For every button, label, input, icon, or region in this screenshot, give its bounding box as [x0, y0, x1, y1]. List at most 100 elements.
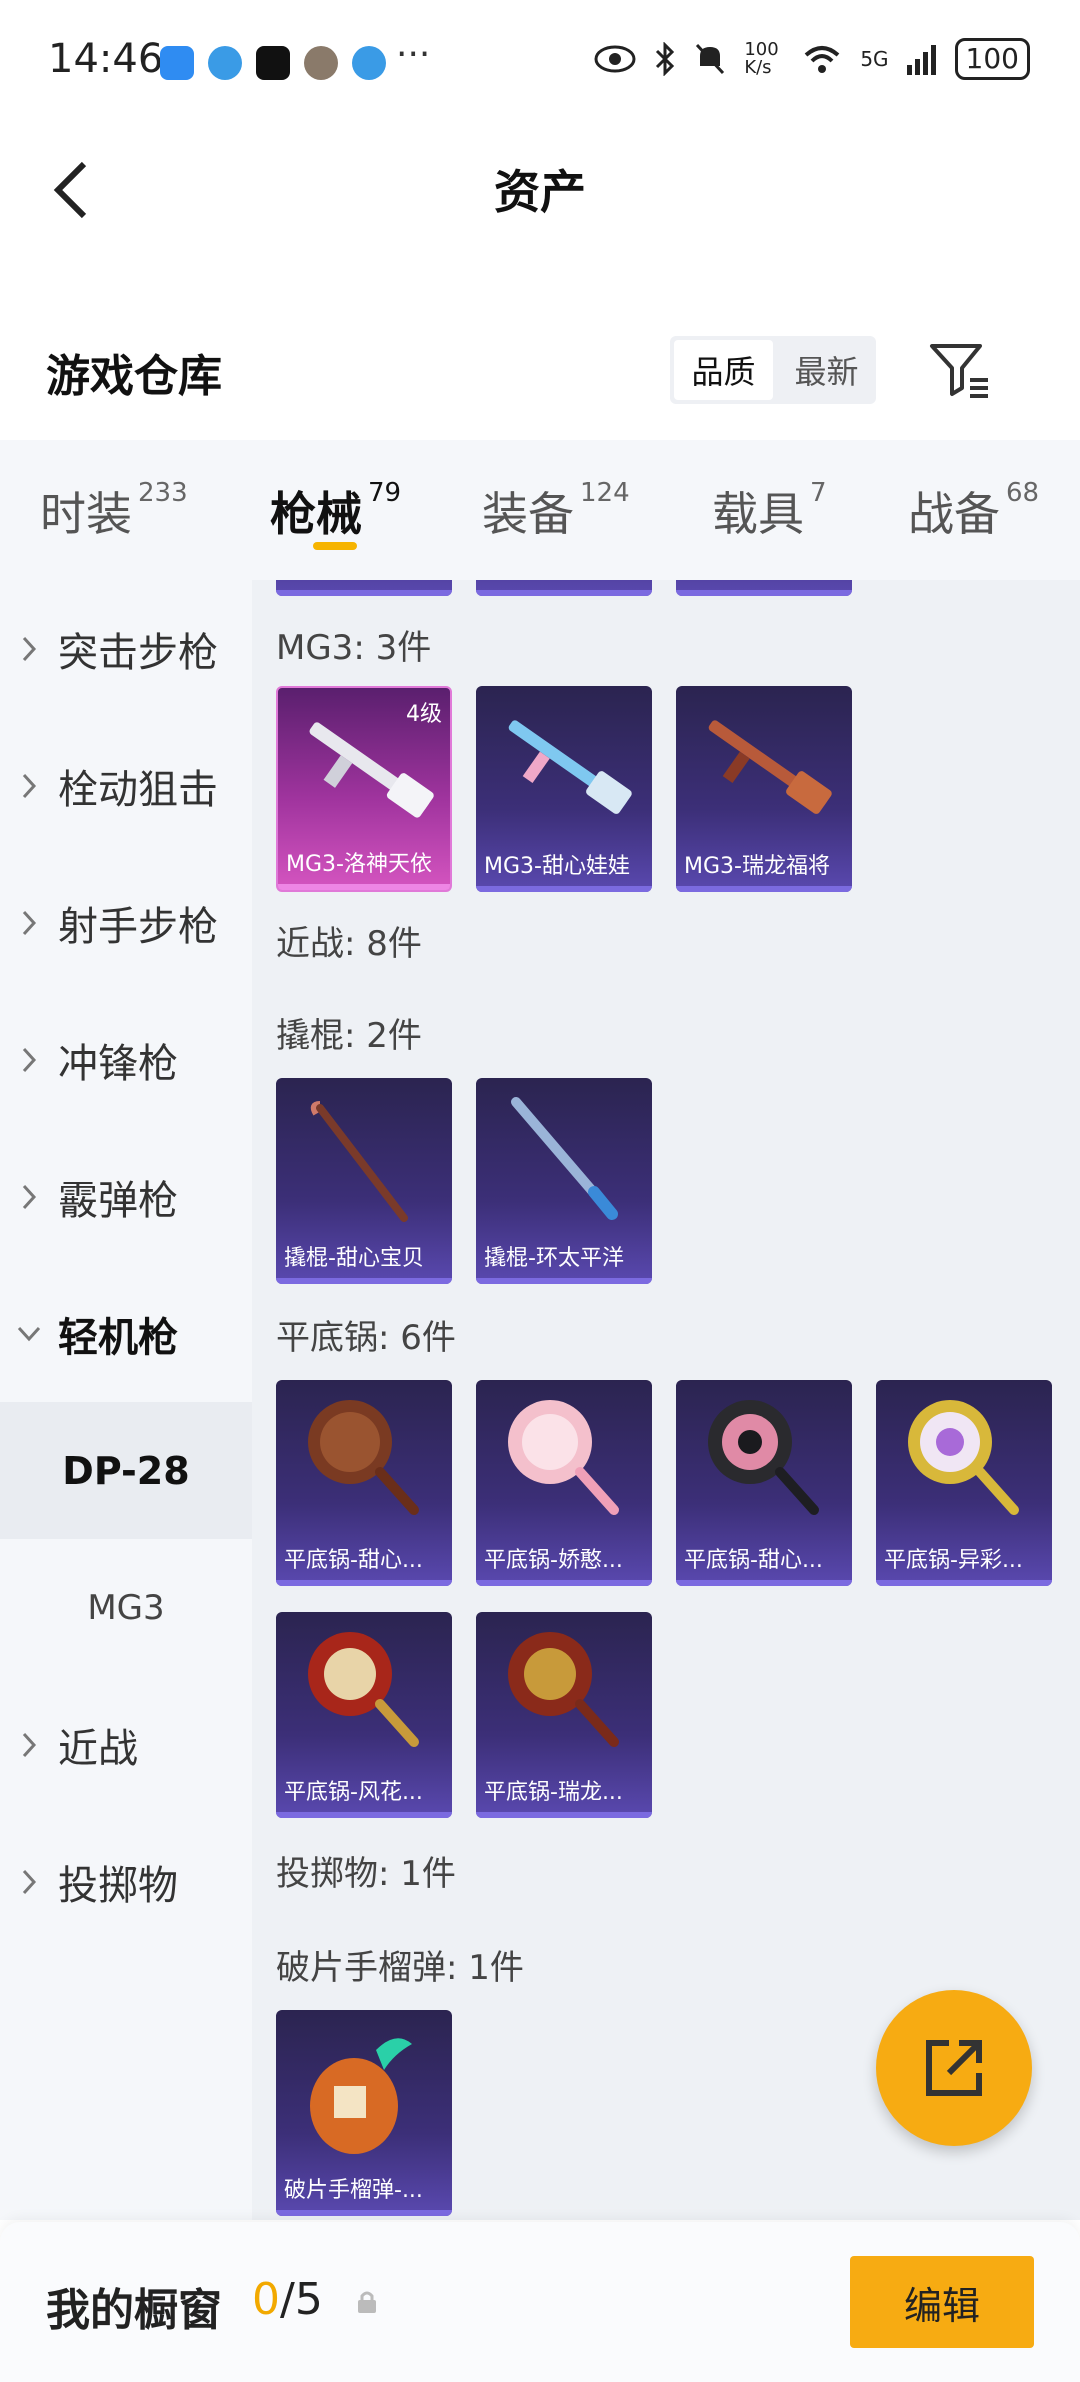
item-card[interactable]: MG3-甜心娃娃	[476, 686, 652, 892]
tab-label: 载具	[712, 487, 804, 541]
status-time: 14:46	[48, 36, 164, 82]
sidebar-item-label: 射手步枪	[58, 903, 218, 950]
group-label: 破片手榴弹: 1件	[276, 1948, 524, 1988]
chevron-right-icon	[0, 1868, 58, 1896]
sidebar-item-smg[interactable]: 冲锋枪	[0, 991, 252, 1128]
item-name: 平底锅-风花...	[284, 1780, 423, 1805]
item-name: 平底锅-甜心...	[284, 1548, 423, 1573]
sidebar-item-label: 突击步枪	[58, 629, 218, 676]
category-tabs: 时装 233 枪械 79 装备 124 载具 7 战备 68	[0, 440, 1080, 580]
sidebar-item-shotgun[interactable]: 霰弹枪	[0, 1128, 252, 1265]
message-app-icon	[160, 46, 194, 80]
item-card[interactable]: MG3-瑞龙福将	[676, 686, 852, 892]
tab-label: 战备	[908, 487, 1000, 541]
item-card[interactable]	[676, 580, 852, 596]
chevron-right-icon	[0, 1046, 58, 1074]
item-card[interactable]: 平底锅-娇憨...	[476, 1380, 652, 1586]
tab-vehicles[interactable]: 载具 7	[712, 478, 827, 544]
active-tab-indicator	[313, 542, 357, 550]
sidebar-subitem-mg3[interactable]: MG3	[0, 1539, 252, 1676]
item-card[interactable]: 破片手榴弹-...	[276, 2010, 452, 2216]
item-card[interactable]: 撬棍-甜心宝贝	[276, 1078, 452, 1284]
item-name: 平底锅-娇憨...	[484, 1548, 623, 1573]
sidebar-item-label: 轻机枪	[58, 1314, 178, 1361]
item-name: 平底锅-异彩...	[884, 1548, 1023, 1573]
group-label: MG3: 3件	[276, 628, 432, 668]
tab-label: 时装	[40, 487, 132, 541]
sort-quality-button[interactable]: 品质	[674, 340, 773, 400]
item-name: 撬棍-甜心宝贝	[284, 1246, 424, 1271]
item-card[interactable]: 平底锅-甜心...	[276, 1380, 452, 1586]
item-level-badge: 4级	[406, 702, 442, 727]
wifi-icon	[804, 46, 840, 73]
status-bar: 14:46 ··· 100 K/s 5G 100	[0, 0, 1080, 125]
sort-toggle: 品质 最新	[670, 336, 876, 404]
tab-battle-supplies[interactable]: 战备 68	[908, 478, 1039, 544]
item-name: MG3-洛神天依	[286, 852, 432, 877]
item-name: 平底锅-甜心...	[684, 1548, 823, 1573]
chevron-down-icon	[0, 1325, 58, 1343]
item-name: 破片手榴弹-...	[284, 2178, 423, 2203]
showcase-used: 0	[252, 2274, 280, 2325]
share-icon	[926, 2040, 982, 2096]
pan-image	[308, 1400, 419, 1515]
sidebar-item-label: 冲锋枪	[58, 1040, 178, 1087]
share-button[interactable]	[876, 1990, 1032, 2146]
warehouse-title: 游戏仓库	[46, 351, 222, 402]
filter-button[interactable]	[928, 338, 992, 402]
mg3-gun-image	[708, 720, 832, 814]
sidebar-item-marksman-rifle[interactable]: 射手步枪	[0, 854, 252, 991]
item-card[interactable]: 平底锅-甜心...	[676, 1380, 852, 1586]
sidebar-item-lmg[interactable]: 轻机枪	[0, 1265, 252, 1402]
sort-latest-button[interactable]: 最新	[777, 336, 876, 404]
sidebar-item-bolt-sniper[interactable]: 栓动狙击	[0, 717, 252, 854]
lock-icon	[356, 2290, 378, 2318]
showcase-bar: 我的橱窗 0/5 编辑	[0, 2222, 1080, 2382]
sidebar-item-melee[interactable]: 近战	[0, 1676, 252, 1813]
item-card[interactable]: 平底锅-瑞龙...	[476, 1612, 652, 1818]
browser-app-icon	[208, 46, 242, 80]
tab-count: 79	[368, 478, 402, 508]
showcase-count: 0/5	[252, 2274, 323, 2325]
tab-equipment[interactable]: 装备 124	[482, 478, 630, 544]
eye-icon	[594, 45, 636, 73]
tab-count: 7	[810, 478, 827, 508]
sidebar-item-assault-rifle[interactable]: 突击步枪	[0, 580, 252, 717]
item-card[interactable]: 4级 MG3-洛神天依	[276, 686, 452, 892]
sidebar-item-label: 近战	[58, 1725, 138, 1772]
crowbar-image	[511, 1097, 618, 1220]
item-card[interactable]: 平底锅-风花...	[276, 1612, 452, 1818]
pan-image	[908, 1400, 1019, 1515]
battery-indicator: 100	[954, 38, 1030, 80]
mg3-gun-image	[508, 720, 632, 814]
chevron-right-icon	[0, 1731, 58, 1759]
pan-image	[508, 1400, 619, 1515]
item-card[interactable]	[276, 580, 452, 596]
more-notifications: ···	[396, 34, 431, 75]
group-label: 撬棍: 2件	[276, 1016, 422, 1056]
sidebar-subitem-dp28[interactable]: DP-28	[0, 1402, 252, 1539]
pan-image	[508, 1632, 619, 1747]
tab-fashion[interactable]: 时装 233	[40, 478, 188, 544]
item-card[interactable]	[476, 580, 652, 596]
item-grid: MG3: 3件 4级 MG3-洛神天依 MG3-甜心娃娃 MG3-瑞龙福将 近战…	[252, 580, 1080, 2220]
tab-count: 124	[580, 478, 630, 508]
edit-button[interactable]: 编辑	[850, 2256, 1034, 2348]
sidebar-item-throwables[interactable]: 投掷物	[0, 1813, 252, 1950]
net-speed: 100 K/s	[744, 39, 779, 78]
group-label: 平底锅: 6件	[276, 1318, 456, 1358]
chevron-right-icon	[0, 909, 58, 937]
bluetooth-icon	[656, 42, 675, 76]
tab-guns[interactable]: 枪械 79	[270, 478, 401, 544]
sidebar-item-label: 栓动狙击	[58, 766, 218, 813]
showcase-total: /5	[280, 2274, 323, 2325]
weapon-category-sidebar: 突击步枪 栓动狙击 射手步枪 冲锋枪 霰弹枪 轻机枪 DP-28 MG3 近战 …	[0, 580, 252, 2220]
pan-image	[708, 1400, 819, 1515]
showcase-label: 我的橱窗	[46, 2285, 222, 2336]
tab-count: 233	[138, 478, 188, 508]
item-card[interactable]: 平底锅-异彩...	[876, 1380, 1052, 1586]
item-name: 撬棍-环太平洋	[484, 1246, 624, 1271]
page-title: 资产	[494, 165, 586, 219]
chevron-right-icon	[0, 635, 58, 663]
item-card[interactable]: 撬棍-环太平洋	[476, 1078, 652, 1284]
